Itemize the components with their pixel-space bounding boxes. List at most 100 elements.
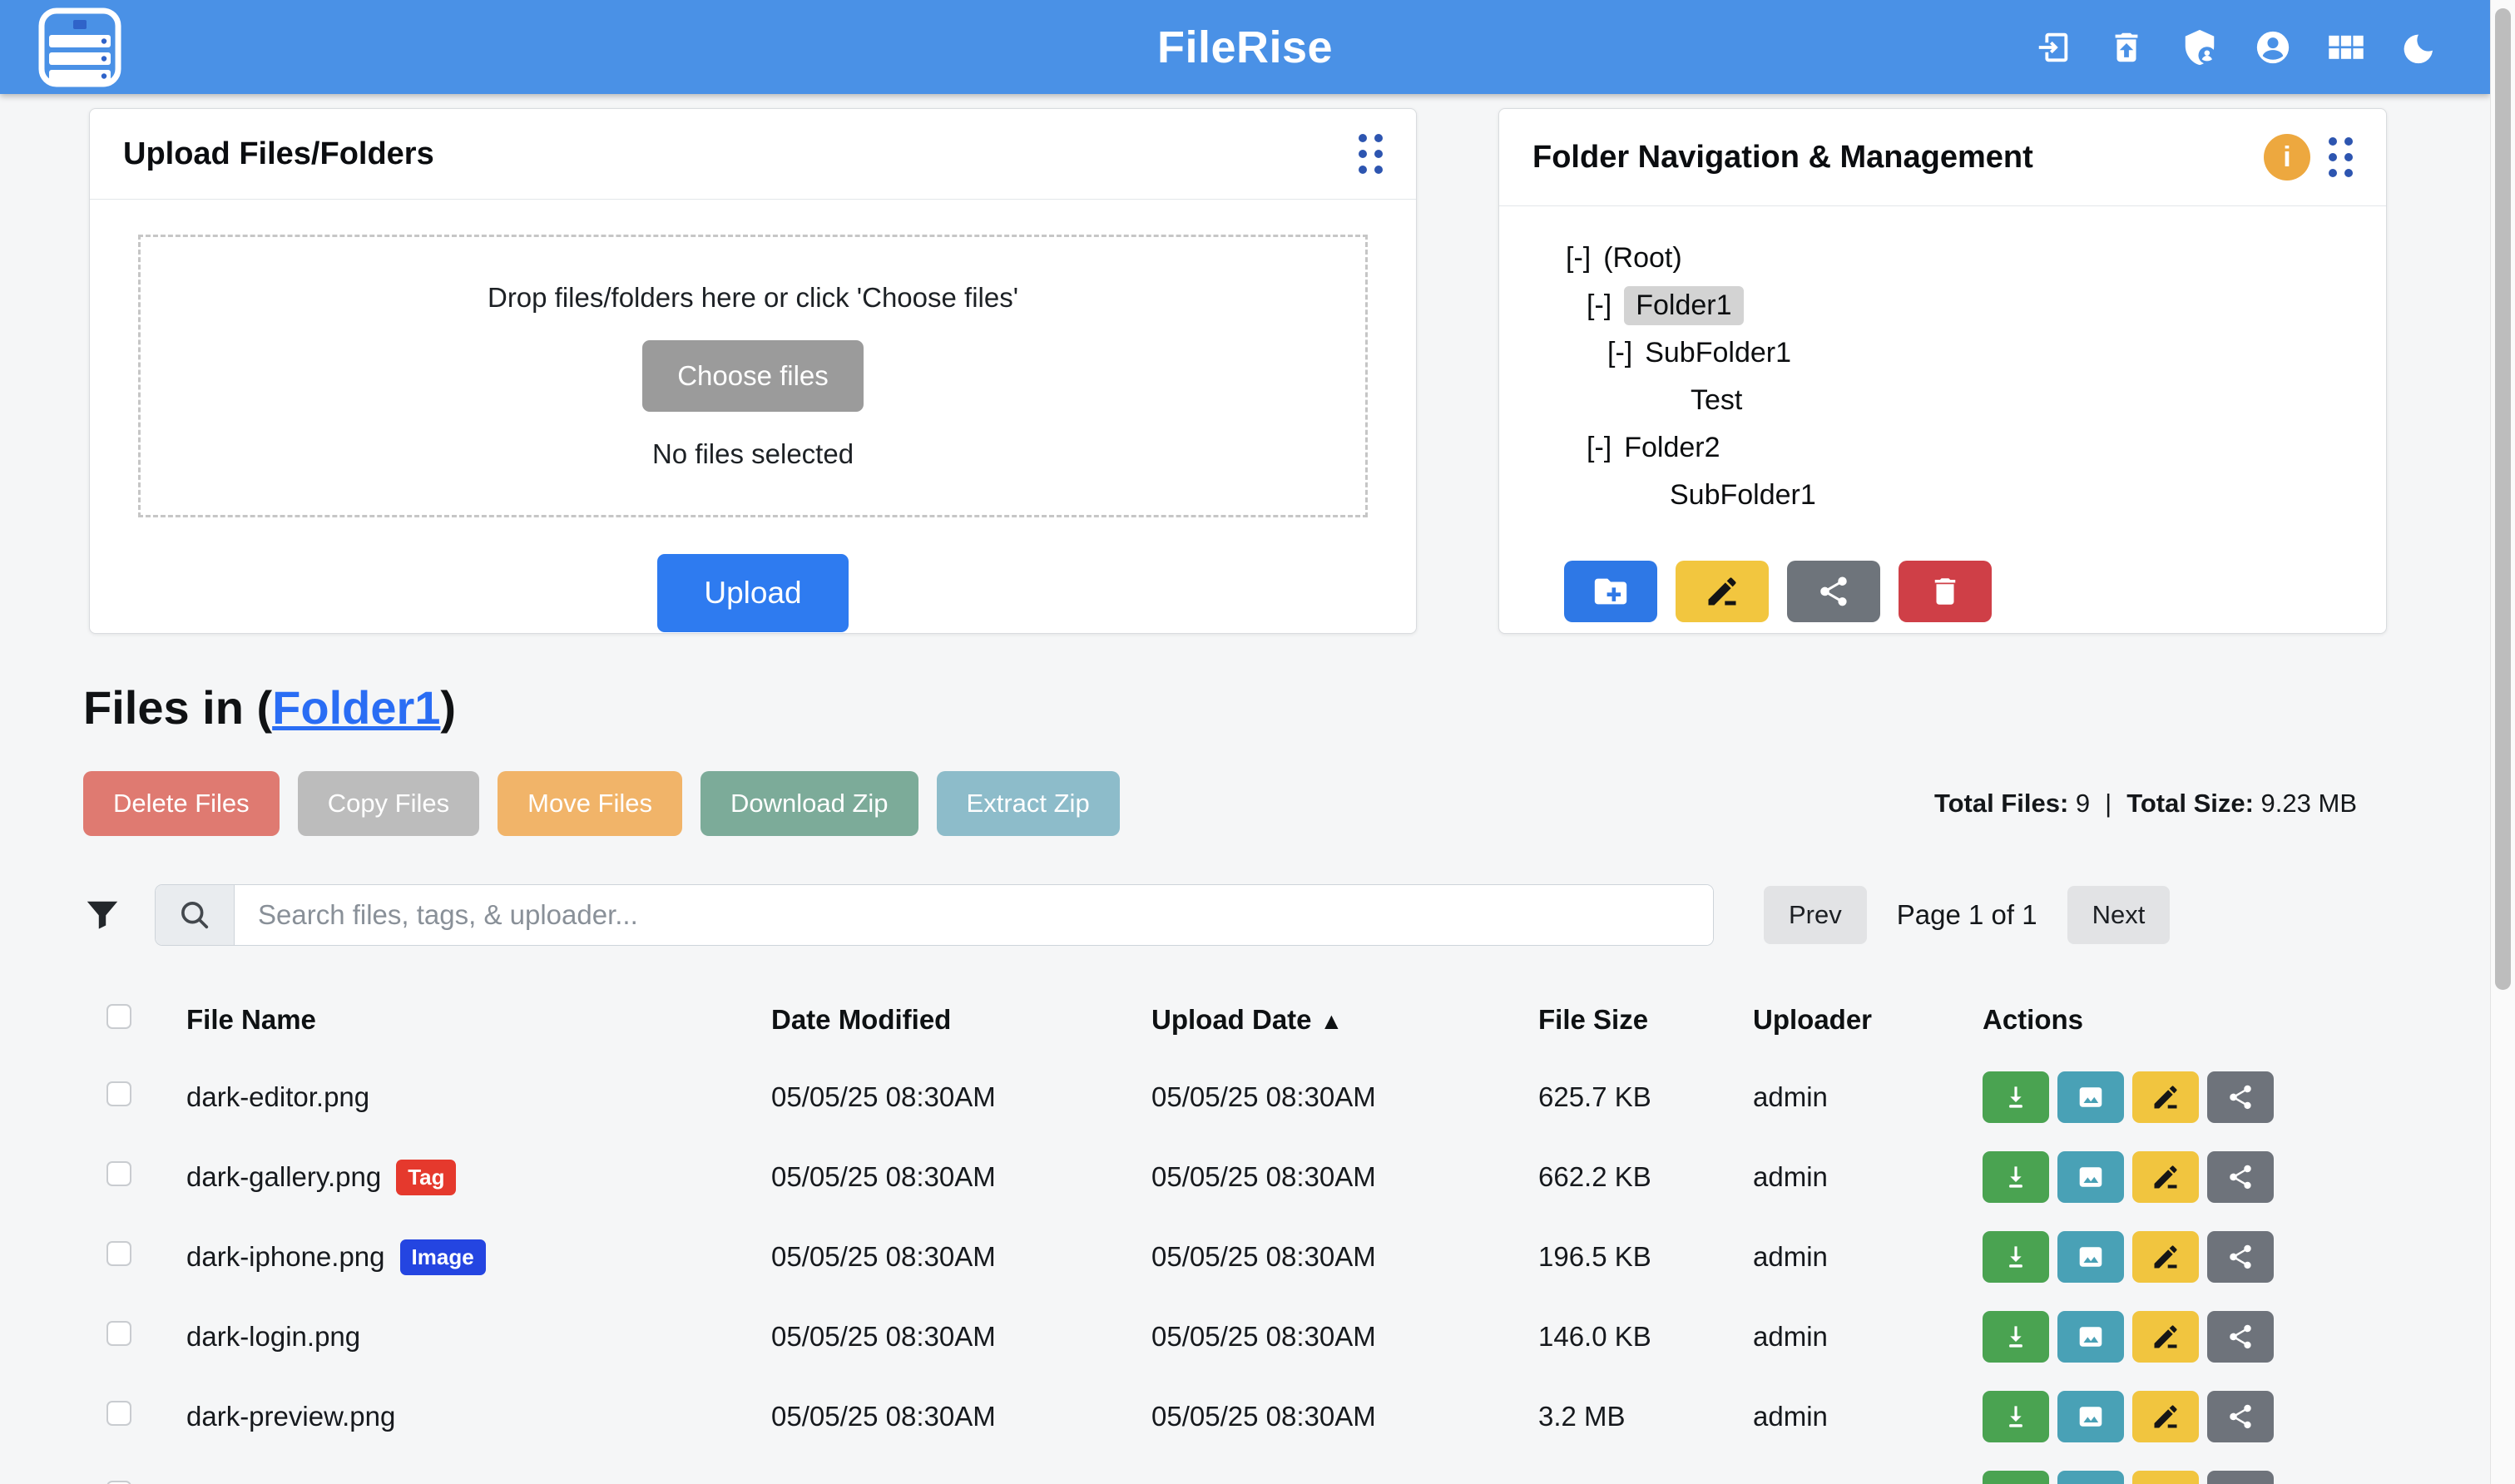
preview-button[interactable] — [2057, 1151, 2124, 1203]
drag-grip-icon[interactable] — [1359, 134, 1383, 174]
extract-zip-button[interactable]: Extract Zip — [937, 771, 1120, 836]
delete-folder-button[interactable] — [1899, 561, 1992, 622]
row-checkbox[interactable] — [106, 1321, 131, 1346]
search-input[interactable] — [235, 885, 1713, 945]
filter-funnel-icon[interactable] — [83, 896, 121, 934]
select-all-checkbox[interactable] — [106, 1004, 131, 1029]
preview-button[interactable] — [2057, 1391, 2124, 1442]
share-button[interactable] — [2207, 1311, 2274, 1363]
upload-dropzone[interactable]: Drop files/folders here or click 'Choose… — [138, 235, 1368, 517]
row-checkbox[interactable] — [106, 1481, 131, 1484]
row-checkbox[interactable] — [106, 1081, 131, 1106]
download-button[interactable] — [1983, 1471, 2049, 1484]
tree-toggle[interactable]: [-] — [1587, 289, 1611, 322]
tree-item-test[interactable]: Test — [1691, 377, 2386, 424]
table-row[interactable]: dark-iphone.pngImage 05/05/25 08:30AM 05… — [83, 1217, 2357, 1297]
file-name: dark-editor.png — [186, 1081, 369, 1113]
table-row[interactable]: delete-folder.png 05/05/25 08:30AM 05/05… — [83, 1457, 2357, 1484]
share-button[interactable] — [2207, 1471, 2274, 1484]
tree-item-subfolder1-2[interactable]: SubFolder1 — [1670, 472, 2386, 519]
copy-files-button[interactable]: Copy Files — [298, 771, 479, 836]
tree-item-folder2[interactable]: [-] Folder2 — [1587, 424, 2386, 472]
move-files-button[interactable]: Move Files — [498, 771, 682, 836]
next-page-button[interactable]: Next — [2067, 886, 2171, 944]
col-uploader[interactable]: Uploader — [1753, 1004, 1983, 1036]
app-title: FileRise — [1157, 22, 1333, 73]
delete-files-button[interactable]: Delete Files — [83, 771, 280, 836]
preview-button[interactable] — [2057, 1071, 2124, 1123]
share-button[interactable] — [2207, 1231, 2274, 1283]
download-button[interactable] — [1983, 1311, 2049, 1363]
app-logo-button[interactable] — [38, 7, 121, 87]
cards-row: Upload Files/Folders Drop files/folders … — [0, 94, 2490, 634]
row-actions — [1983, 1311, 2274, 1363]
scrollbar-thumb[interactable] — [2495, 8, 2511, 990]
row-checkbox[interactable] — [106, 1161, 131, 1186]
share-button[interactable] — [2207, 1071, 2274, 1123]
preview-button[interactable] — [2057, 1471, 2124, 1484]
col-file-size[interactable]: File Size — [1538, 1004, 1753, 1036]
share-folder-button[interactable] — [1787, 561, 1880, 622]
file-size: 146.0 KB — [1538, 1321, 1753, 1353]
login-button[interactable] — [2034, 28, 2072, 67]
tree-label[interactable]: (Root) — [1603, 242, 1681, 275]
info-icon[interactable]: i — [2264, 134, 2310, 181]
edit-button[interactable] — [2132, 1071, 2199, 1123]
col-upload-date[interactable]: Upload Date▲ — [1151, 1004, 1538, 1036]
scrollbar[interactable] — [2490, 0, 2515, 1484]
tree-label[interactable]: SubFolder1 — [1670, 479, 1816, 512]
tree-label-selected[interactable]: Folder1 — [1624, 286, 1743, 325]
tree-label[interactable]: Test — [1691, 384, 1742, 417]
row-checkbox[interactable] — [106, 1241, 131, 1266]
file-name: dark-gallery.png — [186, 1161, 381, 1193]
preview-button[interactable] — [2057, 1311, 2124, 1363]
table-row[interactable]: dark-login.png 05/05/25 08:30AM 05/05/25… — [83, 1297, 2357, 1377]
tree-label[interactable]: SubFolder1 — [1645, 337, 1791, 369]
prev-page-button[interactable]: Prev — [1764, 886, 1867, 944]
tree-toggle[interactable]: [-] — [1607, 337, 1632, 369]
tree-item-root[interactable]: [-] (Root) — [1566, 235, 2386, 282]
edit-pencil-icon — [2151, 1322, 2181, 1352]
image-preview-icon — [2075, 1081, 2107, 1113]
edit-button[interactable] — [2132, 1471, 2199, 1484]
col-file-name[interactable]: File Name — [186, 1004, 771, 1036]
grid-view-button[interactable] — [2327, 28, 2365, 67]
totals-separator: | — [2105, 789, 2112, 818]
download-button[interactable] — [1983, 1231, 2049, 1283]
tree-item-subfolder1[interactable]: [-] SubFolder1 — [1607, 329, 2386, 377]
row-checkbox[interactable] — [106, 1401, 131, 1426]
page-indicator: Page 1 of 1 — [1897, 899, 2037, 931]
edit-button[interactable] — [2132, 1151, 2199, 1203]
download-button[interactable] — [1983, 1071, 2049, 1123]
share-button[interactable] — [2207, 1151, 2274, 1203]
upload-button[interactable]: Upload — [657, 554, 848, 632]
choose-files-button[interactable]: Choose files — [642, 340, 864, 412]
date-modified: 05/05/25 08:30AM — [771, 1481, 1151, 1484]
admin-panel-button[interactable] — [2181, 28, 2219, 67]
share-button[interactable] — [2207, 1391, 2274, 1442]
tree-item-folder1[interactable]: [-] Folder1 — [1587, 282, 2386, 329]
download-button[interactable] — [1983, 1151, 2049, 1203]
edit-button[interactable] — [2132, 1391, 2199, 1442]
drag-grip-icon[interactable] — [2329, 137, 2353, 177]
edit-button[interactable] — [2132, 1231, 2199, 1283]
current-folder-link[interactable]: Folder1 — [272, 681, 440, 734]
rename-folder-button[interactable] — [1676, 561, 1769, 622]
download-button[interactable] — [1983, 1391, 2049, 1442]
table-row[interactable]: dark-editor.png 05/05/25 08:30AM 05/05/2… — [83, 1057, 2357, 1137]
account-button[interactable] — [2254, 28, 2292, 67]
tree-label[interactable]: Folder2 — [1624, 432, 1720, 464]
tree-toggle[interactable]: [-] — [1587, 432, 1611, 464]
file-size: 196.5 KB — [1538, 1241, 1753, 1273]
trash-restore-button[interactable] — [2107, 28, 2146, 67]
table-row[interactable]: dark-preview.png 05/05/25 08:30AM 05/05/… — [83, 1377, 2357, 1457]
table-row[interactable]: dark-gallery.pngTag 05/05/25 08:30AM 05/… — [83, 1137, 2357, 1217]
edit-pencil-icon — [2151, 1082, 2181, 1112]
tree-toggle[interactable]: [-] — [1566, 242, 1591, 275]
dark-mode-toggle[interactable] — [2400, 28, 2438, 67]
create-folder-button[interactable] — [1564, 561, 1657, 622]
download-zip-button[interactable]: Download Zip — [701, 771, 918, 836]
edit-button[interactable] — [2132, 1311, 2199, 1363]
col-date-modified[interactable]: Date Modified — [771, 1004, 1151, 1036]
preview-button[interactable] — [2057, 1231, 2124, 1283]
